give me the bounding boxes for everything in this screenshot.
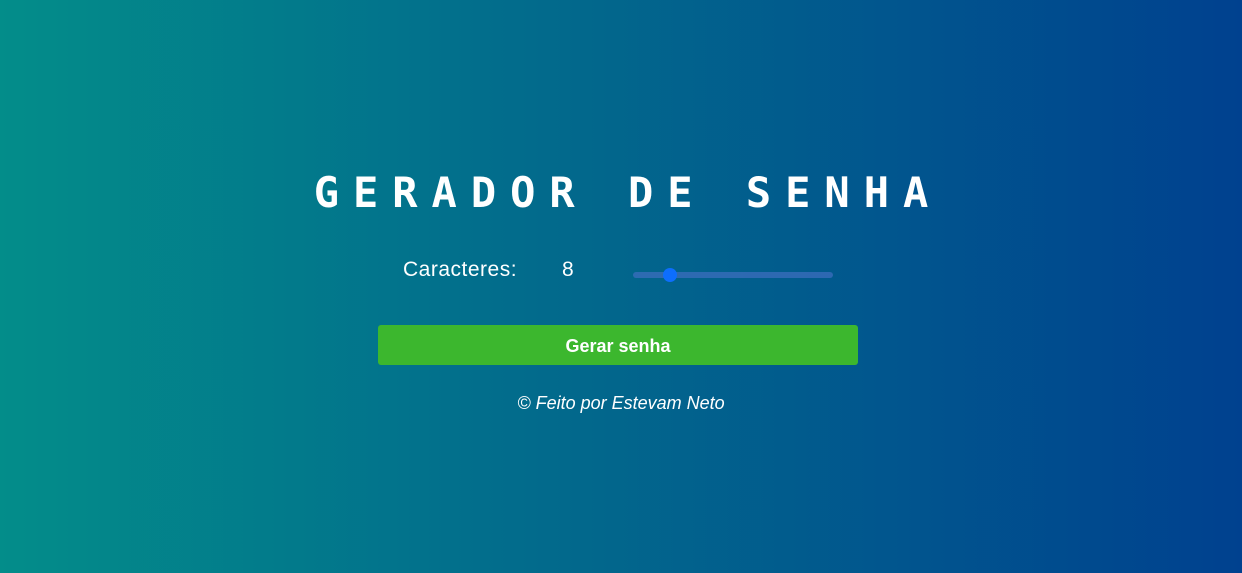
length-label: Caracteres:	[403, 258, 518, 281]
generate-password-button[interactable]: Gerar senha	[378, 325, 858, 365]
length-value: 8	[562, 258, 574, 281]
footer-credit: © Feito por Estevam Neto	[517, 393, 725, 413]
length-control: Caracteres: 8	[403, 256, 843, 288]
page-title: GERADOR DE SENHA	[313, 168, 943, 217]
length-slider[interactable]	[633, 268, 833, 282]
app-container: GERADOR DE SENHA Caracteres: 8 Gerar sen…	[0, 0, 1242, 573]
slider-thumb[interactable]	[662, 268, 677, 282]
